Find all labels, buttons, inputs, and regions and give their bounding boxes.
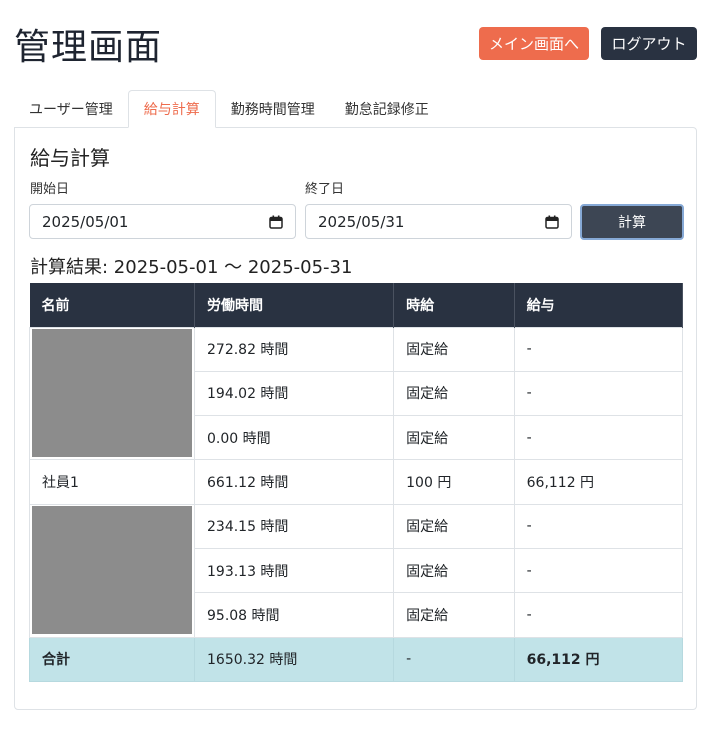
hours-cell: 0.00 時間 <box>193 415 395 461</box>
table-row: 社員1 661.12 時間 100 円 66,112 円 <box>29 459 684 505</box>
hours-cell: 272.82 時間 <box>193 326 395 372</box>
main-screen-button[interactable]: メイン画面へ <box>479 27 589 60</box>
rate-cell: 固定給 <box>393 547 515 594</box>
redacted-name-cell <box>29 503 195 638</box>
total-row: 合計 1650.32 時間 - 66,112 円 <box>29 636 684 682</box>
hours-cell: 95.08 時間 <box>193 592 395 638</box>
pay-cell: - <box>513 370 684 417</box>
rate-cell: 固定給 <box>393 326 515 372</box>
start-date-input[interactable]: 2025/05/01 <box>29 204 296 239</box>
column-header-name: 名前 <box>29 283 195 327</box>
hours-cell: 194.02 時間 <box>193 370 395 417</box>
start-date-value: 2025/05/01 <box>42 212 129 231</box>
calendar-icon[interactable] <box>269 215 283 229</box>
table-row: 272.82 時間 固定給 - <box>29 326 684 461</box>
rate-cell: 固定給 <box>393 370 515 417</box>
logout-button[interactable]: ログアウト <box>601 27 697 60</box>
rate-cell: 固定給 <box>393 415 515 461</box>
tab-bar: ユーザー管理 給与計算 勤務時間管理 勤怠記録修正 <box>14 90 697 128</box>
pay-cell: - <box>513 592 684 638</box>
end-date-value: 2025/05/31 <box>318 212 405 231</box>
rate-cell: 固定給 <box>393 592 515 638</box>
total-label: 合計 <box>29 636 195 682</box>
pay-cell: 66,112 円 <box>513 459 684 505</box>
end-date-label: 終了日 <box>305 182 345 197</box>
pay-cell: - <box>513 415 684 461</box>
rate-cell: 固定給 <box>393 503 515 549</box>
hours-cell: 193.13 時間 <box>193 547 395 594</box>
redacted-name-cell <box>29 326 195 461</box>
redaction-block <box>32 505 192 634</box>
payroll-panel: 給与計算 開始日 終了日 2025/05/01 2025/05/31 計算 計算… <box>14 127 697 710</box>
result-title: 計算結果: 2025-05-01 〜 2025-05-31 <box>30 257 353 278</box>
tab-payroll[interactable]: 給与計算 <box>127 90 216 128</box>
total-rate: - <box>393 636 515 682</box>
column-header-pay: 給与 <box>514 283 684 327</box>
hours-cell: 661.12 時間 <box>193 459 395 505</box>
redaction-block <box>32 328 192 457</box>
hours-cell: 234.15 時間 <box>193 503 395 549</box>
column-header-rate: 時給 <box>393 283 515 327</box>
section-title: 給与計算 <box>30 146 110 170</box>
tab-user-management[interactable]: ユーザー管理 <box>14 90 128 128</box>
table-row: 234.15 時間 固定給 - <box>29 503 684 638</box>
calculate-button[interactable]: 計算 <box>580 204 684 240</box>
total-pay: 66,112 円 <box>513 636 684 682</box>
tab-attendance-fix[interactable]: 勤怠記録修正 <box>330 90 444 128</box>
pay-cell: - <box>513 503 684 549</box>
page-title: 管理画面 <box>14 27 163 68</box>
rate-cell: 100 円 <box>393 459 515 505</box>
calendar-icon[interactable] <box>545 215 559 229</box>
payroll-table: 名前 労働時間 時給 給与 272.82 時間 固定給 - 194.02 時間 … <box>29 283 684 682</box>
tab-work-hours[interactable]: 勤務時間管理 <box>216 90 330 128</box>
pay-cell: - <box>513 326 684 372</box>
total-hours: 1650.32 時間 <box>193 636 395 682</box>
table-header-row: 名前 労働時間 時給 給与 <box>29 283 684 327</box>
start-date-label: 開始日 <box>30 182 70 197</box>
end-date-input[interactable]: 2025/05/31 <box>305 204 572 239</box>
name-cell: 社員1 <box>29 459 195 505</box>
pay-cell: - <box>513 547 684 594</box>
column-header-hours: 労働時間 <box>194 283 395 327</box>
